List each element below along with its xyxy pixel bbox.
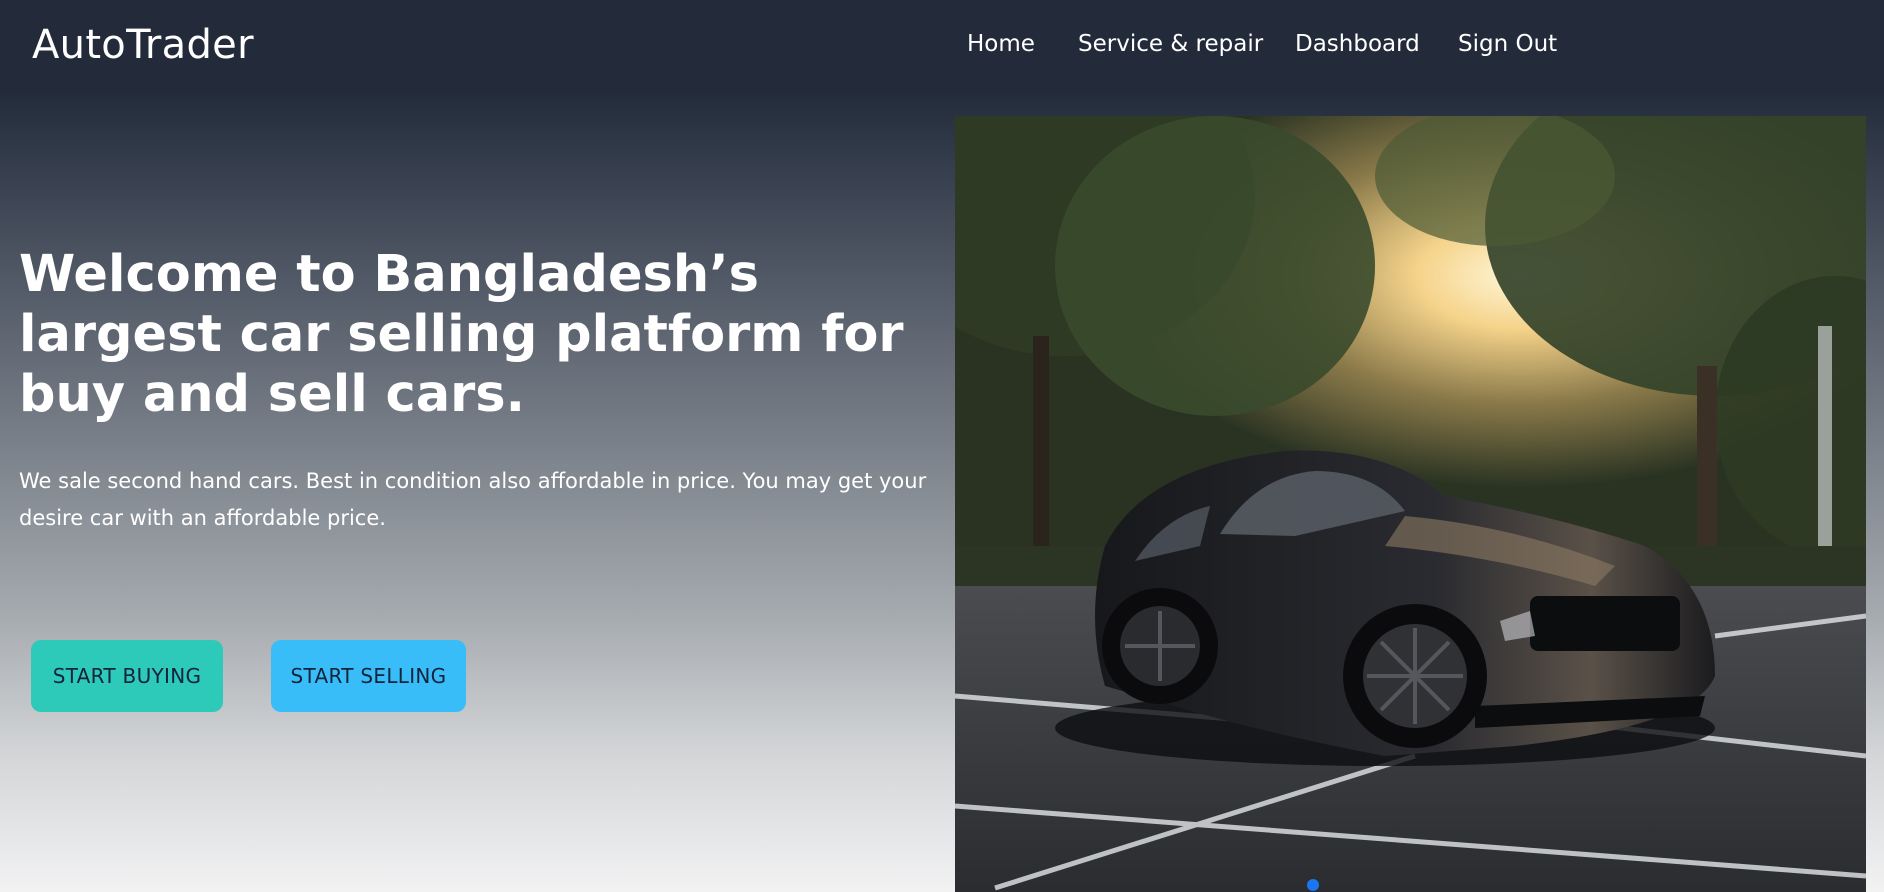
car-photo (955, 116, 1866, 892)
nav-link-service-repair[interactable]: Service & repair (1078, 31, 1263, 57)
start-buying-button[interactable]: START BUYING (31, 640, 223, 712)
nav-link-sign-out[interactable]: Sign Out (1458, 31, 1557, 57)
carousel-dot-active[interactable] (1307, 879, 1319, 891)
hero-description: We sale second hand cars. Best in condit… (19, 469, 927, 530)
navbar: AutoTrader Home Service & repair Dashboa… (0, 0, 1884, 92)
hero-title: Welcome to Bangladesh’s largest car sell… (19, 245, 904, 424)
brand-logo[interactable]: AutoTrader (32, 22, 254, 68)
nav-link-dashboard[interactable]: Dashboard (1295, 31, 1420, 57)
nav-link-home[interactable]: Home (967, 31, 1035, 57)
hero-carousel[interactable] (955, 116, 1866, 892)
hero-section: Welcome to Bangladesh’s largest car sell… (19, 245, 939, 537)
start-selling-button[interactable]: START SELLING (271, 640, 466, 712)
